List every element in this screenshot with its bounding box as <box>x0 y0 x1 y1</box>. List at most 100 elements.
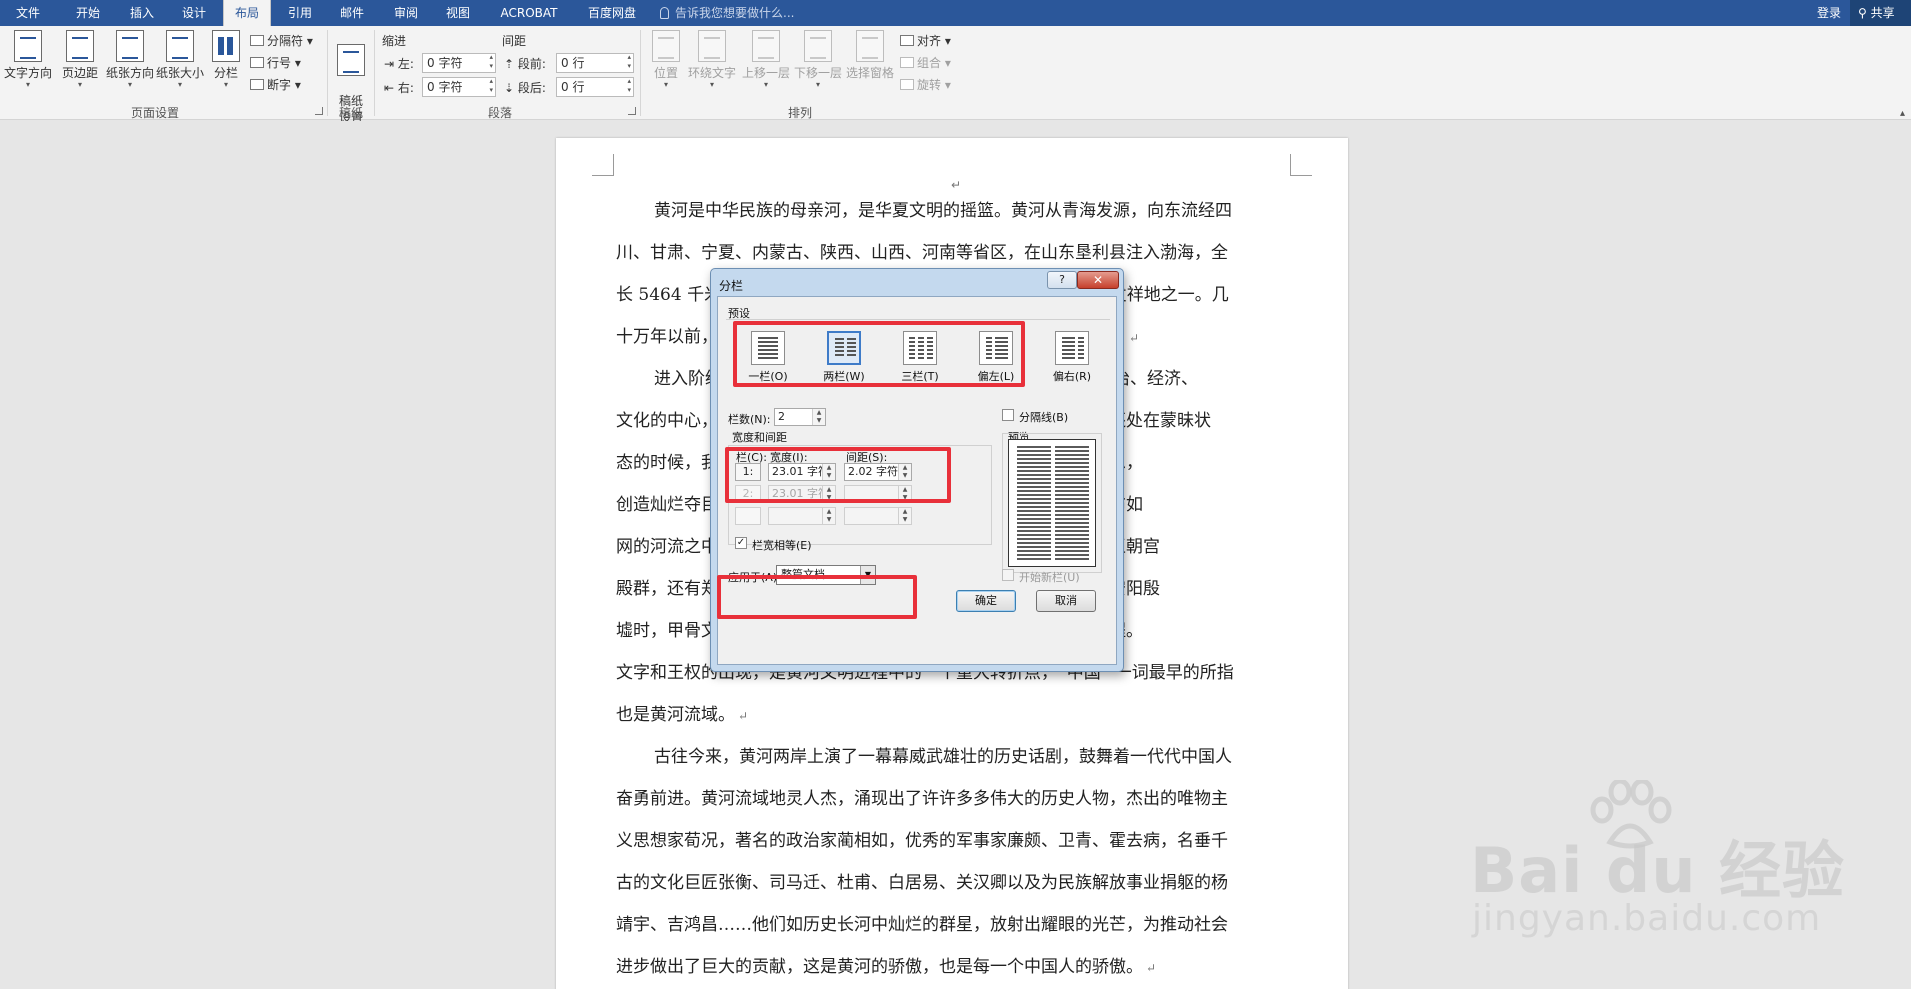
text-line: 进步做出了巨大的贡献，这是黄河的骄傲，也是每一个中国人的骄傲。 ↵ <box>616 946 1288 988</box>
start-new-column-checkbox[interactable] <box>1002 569 1014 581</box>
tab-file[interactable]: 文件 <box>0 0 56 26</box>
indent-left-text: 左: <box>397 57 414 71</box>
orientation-label: 纸张方向 <box>105 66 154 80</box>
group-label: 组合 <box>917 56 942 70</box>
tab-home[interactable]: 开始 <box>66 0 110 26</box>
breaks-icon <box>250 35 264 46</box>
tab-baidu-netdisk[interactable]: 百度网盘 <box>576 0 648 26</box>
hyphenation-button[interactable]: 断字 ▾ <box>250 76 301 94</box>
rotate-button[interactable]: 旋转 ▾ <box>900 76 951 94</box>
tab-insert[interactable]: 插入 <box>120 0 164 26</box>
spinner-arrows-icon[interactable]: ▲ ▼ <box>822 508 835 524</box>
line-between-checkbox[interactable] <box>1002 409 1014 421</box>
selection-pane-button[interactable]: 选择窗格 <box>844 30 896 102</box>
line-numbers-button[interactable]: 行号 ▾ <box>250 54 301 72</box>
hyphenation-icon <box>250 79 264 90</box>
line-numbers-icon <box>250 57 264 68</box>
login-link[interactable]: 登录 <box>1817 0 1841 26</box>
indent-left-input[interactable]: 0 字符 <box>422 53 496 73</box>
manuscript-icon <box>337 44 365 76</box>
page-setup-group-label: 页面设置 <box>130 106 179 120</box>
width-spacing-label: 宽度和间距 <box>732 431 787 444</box>
group-button[interactable]: 组合 ▾ <box>900 54 951 72</box>
size-label: 纸张大小 <box>155 66 204 80</box>
paragraph-launcher-icon[interactable] <box>628 107 636 115</box>
tab-acrobat[interactable]: ACROBAT <box>490 0 568 26</box>
margins-icon <box>66 30 94 62</box>
align-button[interactable]: 对齐 ▾ <box>900 32 951 50</box>
indent-right-input[interactable]: 0 字符 <box>422 77 496 97</box>
arrange-group-label: 排列 <box>787 106 812 120</box>
column-3-width-input[interactable]: ▲ ▼ <box>768 507 836 525</box>
size-button[interactable]: 纸张大小 ▾ <box>154 30 206 102</box>
text-line: 义思想家荀况，著名的政治家蔺相如，优秀的军事家廉颇、卫青、霍去病，名垂千 <box>616 831 1228 851</box>
text-direction-button[interactable]: 文字方向 ▾ <box>2 30 54 102</box>
close-button[interactable]: ✕ <box>1077 271 1119 289</box>
crop-mark <box>592 154 614 176</box>
columns-button[interactable]: 分栏 ▾ <box>206 30 246 102</box>
spinner-arrows-icon[interactable]: ▲ ▼ <box>812 409 825 425</box>
columns-dialog: 分栏 ? ✕ 预设 一栏(O) 两栏(W) 三栏(T) 偏左(L) 偏右(R) … <box>710 268 1124 672</box>
wrap-text-icon <box>698 30 726 62</box>
collapse-ribbon-icon[interactable]: ▴ <box>1900 108 1905 119</box>
num-columns-input[interactable]: 2 ▲ ▼ <box>774 408 826 426</box>
person-icon: ⚲ <box>1858 6 1871 20</box>
divider <box>726 319 1110 320</box>
margins-button[interactable]: 页边距 ▾ <box>54 30 106 102</box>
text-line-content: 也是黄河流域。 <box>616 705 735 725</box>
indent-right-text: 右: <box>397 81 414 95</box>
text-line: 黄河是中华民族的母亲河，是华夏文明的摇篮。黄河从青海发源，向东流经四 <box>654 201 1232 221</box>
help-button[interactable]: ? <box>1047 271 1077 289</box>
orientation-icon <box>116 30 144 62</box>
watermark-logo: Bai du 经验 <box>1470 834 1846 907</box>
page-size-icon <box>166 30 194 62</box>
align-label: 对齐 <box>917 34 942 48</box>
tab-review[interactable]: 审阅 <box>384 0 428 26</box>
breaks-button[interactable]: 分隔符 ▾ <box>250 32 313 50</box>
preset-right[interactable]: 偏右(R) <box>1042 331 1102 391</box>
tell-me-search[interactable]: 告诉我您想要做什么... <box>660 0 794 26</box>
position-icon <box>652 30 680 62</box>
send-backward-icon <box>804 30 832 62</box>
preview-column <box>1017 446 1051 560</box>
bring-forward-label: 上移一层 <box>741 66 790 80</box>
equal-width-checkbox[interactable]: ✓ <box>735 537 747 549</box>
paragraph-mark-icon: ↵ <box>1129 331 1140 345</box>
tab-layout[interactable]: 布局 <box>223 0 271 26</box>
position-button[interactable]: 位置 ▾ <box>646 30 686 102</box>
text-line: 古的文化巨匠张衡、司马迁、杜甫、白居易、关汉卿以及为民族解放事业捐躯的杨 <box>616 873 1228 893</box>
column-3-spacing-input[interactable]: ▲ ▼ <box>844 507 912 525</box>
spacing-after-label: ⇣ 段后: <box>504 79 546 96</box>
indent-right-icon: ⇤ <box>384 81 398 95</box>
ok-button[interactable]: 确定 <box>956 590 1016 612</box>
send-backward-button[interactable]: 下移一层 ▾ <box>792 30 844 102</box>
tab-view[interactable]: 视图 <box>436 0 480 26</box>
spacing-after-input[interactable]: 0 行 <box>556 77 634 97</box>
tab-references[interactable]: 引用 <box>278 0 322 26</box>
indent-right-label: ⇤ 右: <box>384 79 414 96</box>
hyphenation-label: 断字 <box>267 78 292 92</box>
indent-heading: 缩进 <box>382 34 407 48</box>
paragraph-group-label: 段落 <box>487 106 512 120</box>
spinner-arrows-icon[interactable]: ▲ ▼ <box>898 508 911 524</box>
text-direction-icon <box>14 30 42 62</box>
highlight-presets <box>733 321 1025 387</box>
spacing-before-icon: ⇡ <box>504 57 518 71</box>
share-label: 共享 <box>1870 6 1895 20</box>
wrap-text-button[interactable]: 环绕文字 ▾ <box>686 30 738 102</box>
manuscript-settings-button[interactable]: 稿纸 设置 <box>331 30 371 125</box>
tab-mailings[interactable]: 邮件 <box>330 0 374 26</box>
share-button[interactable]: ⚲ 共享 <box>1850 0 1911 26</box>
group-divider <box>327 30 328 116</box>
ribbon-layout: 文字方向 ▾ 页边距 ▾ 纸张方向 ▾ 纸张大小 ▾ 分栏 ▾ 分隔符 ▾ 行号 ▾ 断字… <box>0 26 1911 125</box>
cancel-button[interactable]: 取消 <box>1036 590 1096 612</box>
spacing-after-text: 段后: <box>517 81 546 95</box>
margins-label: 页边距 <box>61 66 98 80</box>
bring-forward-button[interactable]: 上移一层 ▾ <box>740 30 792 102</box>
spacing-before-input[interactable]: 0 行 <box>556 53 634 73</box>
page-setup-launcher-icon[interactable] <box>315 107 323 115</box>
orientation-button[interactable]: 纸张方向 ▾ <box>104 30 156 102</box>
tab-design[interactable]: 设计 <box>172 0 216 26</box>
num-columns-value: 2 <box>778 410 785 423</box>
line-numbers-label: 行号 <box>267 56 292 70</box>
